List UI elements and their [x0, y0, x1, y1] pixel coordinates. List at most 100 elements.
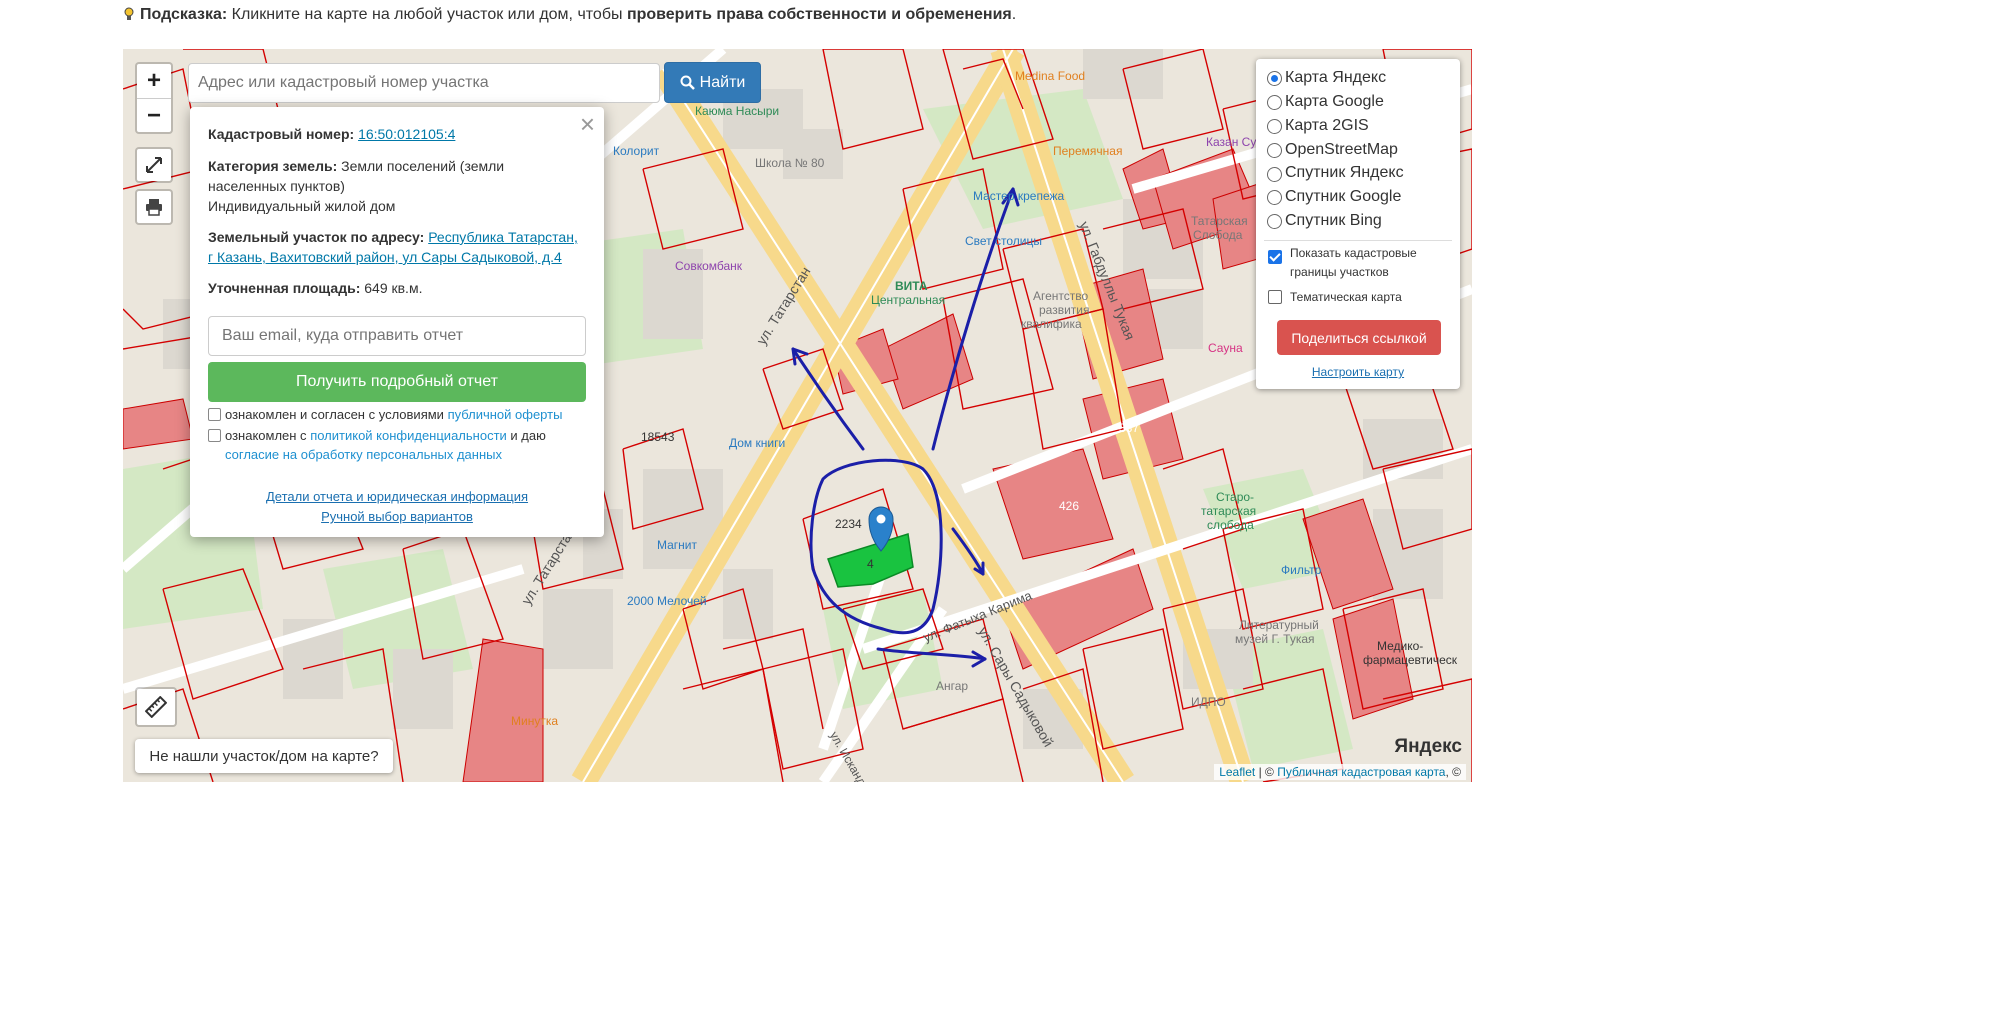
ruler-button[interactable]: [135, 687, 177, 727]
attribution-sep: | ©: [1255, 765, 1278, 779]
zoom-out-button[interactable]: −: [137, 98, 171, 133]
poi-idpo[interactable]: ИДПО: [1191, 695, 1226, 709]
search-icon: [680, 75, 695, 90]
personal-data-link[interactable]: согласие на обработку персональных данны…: [225, 447, 502, 462]
cadastral-borders-label-2[interactable]: границы участков: [1290, 263, 1389, 282]
cadastral-borders-checkbox[interactable]: [1268, 250, 1282, 264]
address-link-2[interactable]: г Казань, Вахитовский район, ул Сары Сад…: [208, 249, 562, 265]
poi-medico[interactable]: Медико-: [1377, 639, 1423, 653]
poi-peremyachnaya[interactable]: Перемячная: [1053, 144, 1122, 158]
cadastral-link[interactable]: 16:50:012105:4: [358, 126, 455, 142]
poi-magnit[interactable]: Магнит: [657, 538, 697, 552]
hint-bar: Подсказка: Кликните на карте на любой уч…: [124, 5, 1016, 25]
poi-2000-melochey[interactable]: 2000 Мелочей: [627, 594, 707, 608]
label-osm[interactable]: OpenStreetMap: [1285, 140, 1398, 160]
poi-vita[interactable]: ВИТА: [895, 279, 928, 293]
parcel-popup: × Кадастровый номер: 16:50:012105:4 Кате…: [190, 107, 604, 537]
fullscreen-icon: [146, 157, 162, 173]
category-value-2: населенных пунктов): [208, 178, 345, 194]
close-icon[interactable]: ×: [580, 109, 595, 139]
poi-kolorit[interactable]: Колорит: [613, 144, 659, 158]
poi-tatarskaya: татарская: [1201, 504, 1257, 518]
poi-medina-food[interactable]: Medina Food: [1015, 69, 1085, 83]
poi-school[interactable]: Школа № 80: [755, 156, 824, 170]
poi-angar[interactable]: Ангар: [936, 679, 968, 693]
details-link[interactable]: Детали отчета и юридическая информация: [266, 489, 528, 504]
poi-agency[interactable]: Агентство: [1033, 289, 1088, 303]
layers-panel: Карта Яндекс Карта Google Карта 2GIS Ope…: [1256, 59, 1460, 389]
leaflet-link[interactable]: Leaflet: [1219, 765, 1255, 779]
offer-consent-checkbox[interactable]: [208, 408, 221, 421]
print-icon: [146, 199, 162, 216]
not-found-button[interactable]: Не нашли участок/дом на карте?: [135, 739, 393, 773]
poi-master-krepezha[interactable]: Мастер крепежа: [973, 189, 1064, 203]
address-link-1[interactable]: Республика Татарстан,: [428, 229, 578, 245]
thematic-map-checkbox[interactable]: [1268, 290, 1282, 304]
public-offer-link[interactable]: публичной оферты: [448, 407, 563, 422]
parcel-number-387: 387: [1119, 421, 1140, 435]
radio-google-satellite[interactable]: [1267, 190, 1282, 205]
search-input[interactable]: [189, 64, 659, 102]
map-view[interactable]: Колорит Школа № 80 Совкомбанк ВИТА Центр…: [123, 49, 1472, 782]
poi-minutka[interactable]: Минутка: [511, 714, 558, 728]
poi-staro[interactable]: Старо-: [1216, 490, 1254, 504]
label-yandex-map[interactable]: Карта Яндекс: [1285, 68, 1386, 88]
share-link-button[interactable]: Поделиться ссылкой: [1277, 320, 1441, 355]
poi-dom-knigi[interactable]: Дом книги: [729, 436, 785, 450]
radio-2gis-map[interactable]: [1267, 119, 1282, 134]
label-2gis-map[interactable]: Карта 2GIS: [1285, 116, 1369, 136]
category-value-1: Земли поселений (земли: [337, 158, 505, 174]
radio-osm[interactable]: [1267, 143, 1282, 158]
poi-muzey-2: музей Г. Тукая: [1235, 632, 1315, 646]
radio-yandex-satellite[interactable]: [1267, 167, 1282, 182]
poi-sloboda-2: слобода: [1207, 518, 1254, 532]
hint-end: .: [1011, 6, 1017, 23]
poi-sauna[interactable]: Сауна: [1208, 341, 1243, 355]
email-input[interactable]: [209, 317, 585, 355]
pkk-link[interactable]: Публичная кадастровая карта: [1277, 765, 1445, 779]
area-value: 649 кв.м.: [360, 280, 423, 296]
label-google-map[interactable]: Карта Google: [1285, 92, 1384, 112]
manual-choice-link[interactable]: Ручной выбор вариантов: [321, 509, 473, 524]
yandex-logo: Яндекс: [1394, 736, 1462, 757]
get-report-button[interactable]: Получить подробный отчет: [208, 362, 586, 402]
poi-kazan-sun[interactable]: Казан Сул: [1206, 135, 1263, 149]
lightbulb-icon: [124, 7, 134, 20]
search-field[interactable]: [188, 63, 660, 103]
poi-svet-stolitsy[interactable]: Свет столицы: [965, 234, 1042, 248]
offer-consent-text: ознакомлен и согласен с условиями публич…: [225, 405, 562, 424]
poi-sovkombank[interactable]: Совкомбанк: [675, 259, 742, 273]
label-yandex-satellite[interactable]: Спутник Яндекс: [1285, 163, 1404, 183]
privacy-consent-text: ознакомлен с политикой конфиденциальност…: [225, 426, 546, 445]
offer-consent-label: ознакомлен и согласен с условиями: [225, 407, 448, 422]
poi-tatar-sloboda[interactable]: Татарская: [1191, 214, 1248, 228]
radio-google-map[interactable]: [1267, 95, 1282, 110]
attribution: Leaflet | © Публичная кадастровая карта,…: [1214, 764, 1466, 780]
hint-label: Подсказка:: [140, 6, 228, 23]
cadastral-row: Кадастровый номер: 16:50:012105:4: [208, 124, 455, 144]
configure-row: Настроить карту: [1256, 365, 1460, 379]
poi-filter[interactable]: Фильтр: [1281, 563, 1321, 577]
fullscreen-button[interactable]: [135, 147, 173, 183]
email-field[interactable]: [208, 316, 586, 356]
category-row: Категория земель: Земли поселений (земли: [208, 156, 504, 176]
cadastral-borders-label-1[interactable]: Показать кадастровые: [1290, 244, 1417, 263]
search-button[interactable]: Найти: [664, 62, 761, 103]
zoom-in-button[interactable]: +: [137, 64, 171, 98]
poi-nasyri[interactable]: Каюма Насыри: [695, 104, 779, 118]
privacy-consent-checkbox[interactable]: [208, 429, 221, 442]
radio-bing-satellite[interactable]: [1267, 214, 1282, 229]
poi-muzey[interactable]: Литературный: [1239, 618, 1319, 632]
parcel-number-18543: 18543: [641, 430, 675, 444]
category-value-3: Индивидуальный жилой дом: [208, 198, 396, 214]
privacy-policy-link[interactable]: политикой конфиденциальности: [310, 428, 507, 443]
radio-yandex-map[interactable]: [1267, 71, 1282, 86]
configure-map-link[interactable]: Настроить карту: [1312, 365, 1404, 379]
label-bing-satellite[interactable]: Спутник Bing: [1285, 211, 1382, 231]
zoom-control: + −: [135, 62, 173, 134]
hint-bold: проверить права собственности и обремене…: [626, 6, 1012, 23]
parcel-number-426: 426: [1059, 499, 1080, 513]
label-google-satellite[interactable]: Спутник Google: [1285, 187, 1401, 207]
print-button[interactable]: [135, 189, 173, 225]
thematic-map-label[interactable]: Тематическая карта: [1290, 288, 1402, 307]
